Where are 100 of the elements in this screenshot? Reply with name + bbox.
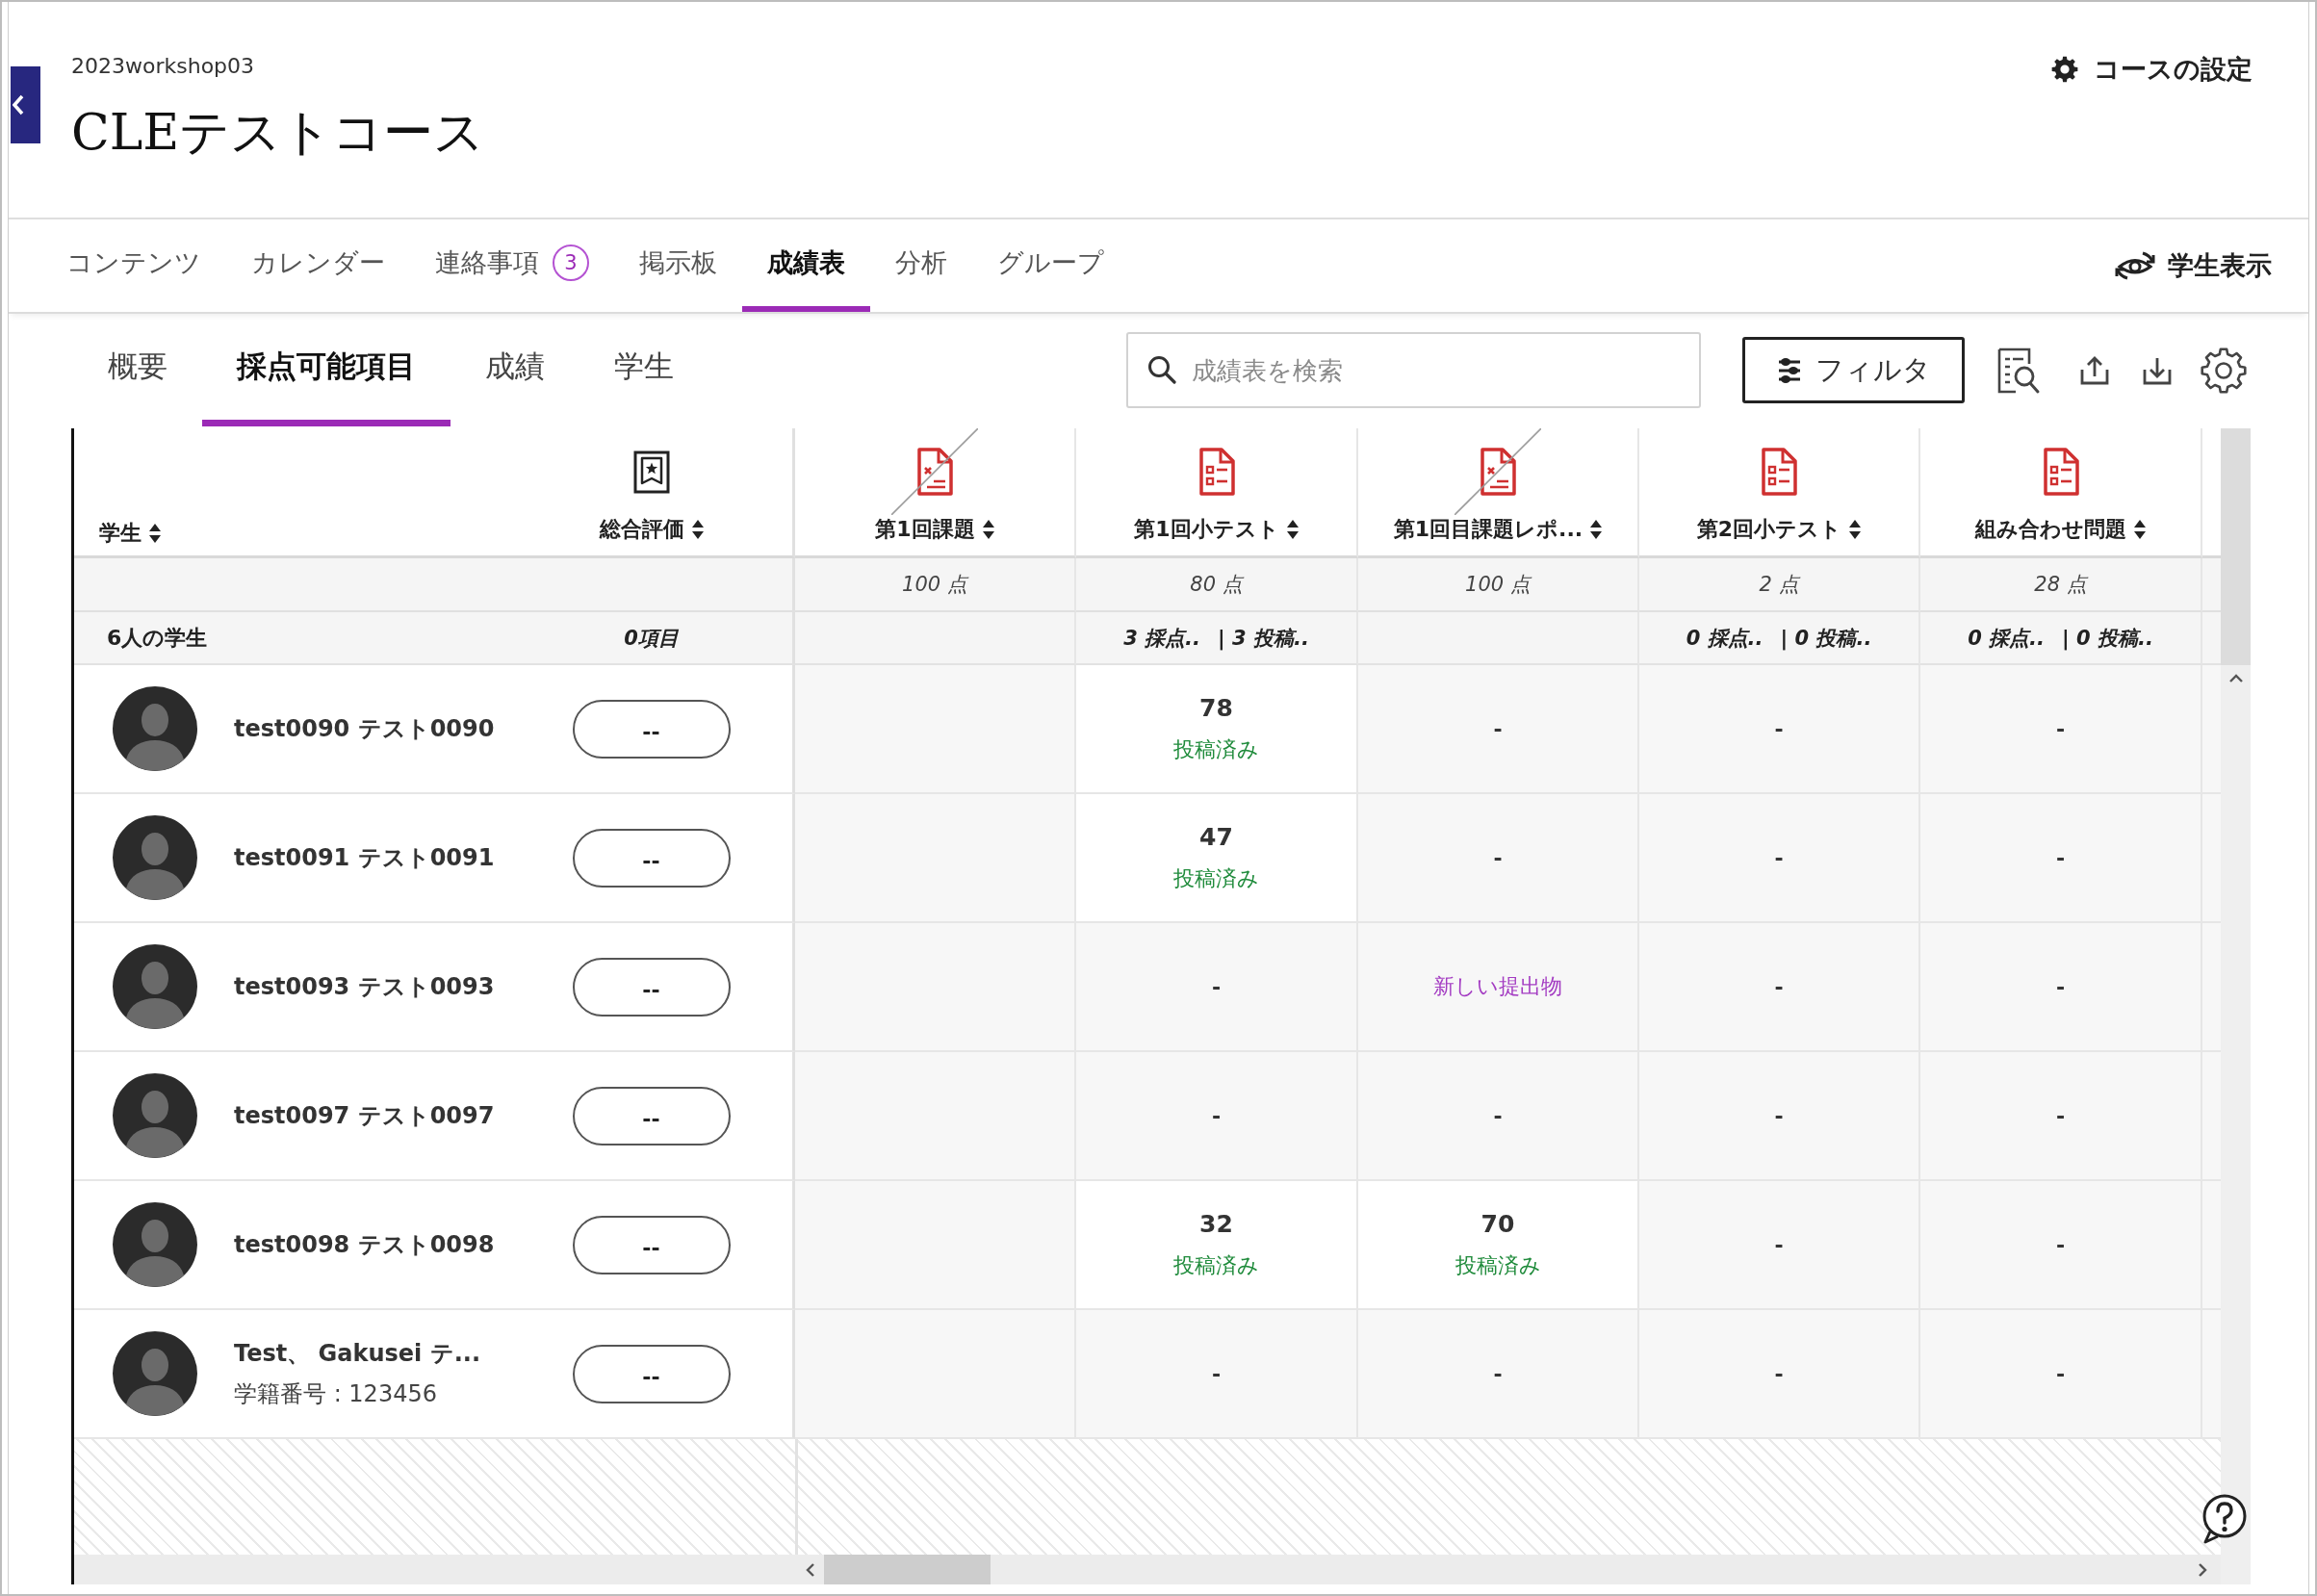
column-heading[interactable]: 第2回小テスト: [1696, 515, 1862, 544]
sort-icon: [982, 520, 994, 539]
grade-cell[interactable]: -: [1920, 1310, 2202, 1439]
gear-icon: [2051, 56, 2078, 83]
grade-cell[interactable]: -: [1358, 665, 1639, 794]
search-icon: [1147, 355, 1176, 384]
gradebook-tab[interactable]: 学生: [579, 314, 708, 426]
student-name[interactable]: Test、 Gakusei テ...: [234, 1338, 480, 1369]
grade-cell[interactable]: -: [1639, 1052, 1920, 1181]
course-settings-link[interactable]: コースの設定: [2051, 54, 2253, 85]
sort-icon: [1286, 520, 1299, 539]
column-heading[interactable]: 総合評価: [599, 515, 704, 544]
grade-cell[interactable]: -: [1920, 665, 2202, 794]
grade-cell[interactable]: -: [1639, 923, 1920, 1052]
overall-grade-button[interactable]: --: [572, 957, 731, 1017]
overall-grade-button[interactable]: --: [572, 828, 731, 888]
nav-tab[interactable]: グループ: [972, 219, 1129, 312]
chevron-right-icon[interactable]: [2198, 1561, 2207, 1578]
student-name[interactable]: test0090 テスト0090: [234, 713, 495, 744]
chevron-up-icon[interactable]: [2227, 674, 2244, 683]
search-field[interactable]: 成績表を検索: [1126, 332, 1701, 408]
grade-cell[interactable]: 47 投稿済み: [1076, 794, 1358, 923]
student-count: 6人の学生: [107, 624, 208, 652]
student-name[interactable]: test0097 テスト0097: [234, 1100, 495, 1131]
grade-cell[interactable]: -: [1076, 1310, 1358, 1439]
sort-icon: [149, 524, 161, 543]
grade-cell[interactable]: -: [1639, 1310, 1920, 1439]
grade-cell[interactable]: [795, 794, 1076, 923]
grade-cell[interactable]: 新しい提出物: [1358, 923, 1639, 1052]
grade-cell[interactable]: -: [1076, 923, 1358, 1052]
points-label: 100 点: [902, 572, 967, 598]
nav-tab[interactable]: 成績表: [742, 219, 870, 312]
points-label: 80 点: [1190, 572, 1243, 598]
grade-cell[interactable]: 32 投稿済み: [1076, 1181, 1358, 1310]
grade-score: 70: [1480, 1209, 1515, 1240]
grade-cell[interactable]: -: [1076, 1052, 1358, 1181]
chevron-left-icon[interactable]: [806, 1561, 815, 1578]
student-name[interactable]: test0091 テスト0091: [234, 842, 495, 873]
grade-cell[interactable]: 70 投稿済み: [1358, 1181, 1639, 1310]
sort-icon: [691, 520, 704, 539]
nav-tab[interactable]: 連絡事項 3: [410, 219, 614, 312]
sort-icon: [1590, 520, 1603, 539]
grade-cell[interactable]: 78 投稿済み: [1076, 665, 1358, 794]
grade-cell[interactable]: [795, 665, 1076, 794]
student-name[interactable]: test0098 テスト0098: [234, 1229, 495, 1260]
submission-status: 投稿済み: [1173, 1252, 1259, 1279]
avatar-icon: [113, 944, 197, 1029]
scrollbar-thumb[interactable]: [824, 1555, 991, 1584]
overall-grade-button[interactable]: --: [572, 1215, 731, 1274]
collapse-tab[interactable]: [11, 66, 40, 143]
grade-cell[interactable]: -: [1358, 1052, 1639, 1181]
grade-score: 47: [1199, 822, 1233, 853]
grade-cell[interactable]: -: [1639, 665, 1920, 794]
new-submission-label: 新しい提出物: [1433, 973, 1562, 1000]
upload-icon[interactable]: [2079, 354, 2110, 386]
column-heading[interactable]: 第1回課題: [875, 515, 994, 544]
grade-cell[interactable]: [795, 1181, 1076, 1310]
column-heading[interactable]: 組み合わせ問題: [1975, 515, 2146, 544]
nav-tab[interactable]: 掲示板: [614, 219, 742, 312]
avatar-icon: [113, 1202, 197, 1287]
student-name[interactable]: test0093 テスト0093: [234, 971, 495, 1002]
gradebook-tab[interactable]: 概要: [73, 314, 202, 426]
gradebook-tab[interactable]: 成績: [451, 314, 579, 426]
nav-tab[interactable]: コンテンツ: [41, 219, 226, 312]
overall-grade-button[interactable]: --: [572, 1344, 731, 1403]
grade-cell[interactable]: -: [1920, 1052, 2202, 1181]
vertical-scrollbar[interactable]: [2221, 428, 2251, 1555]
grade-cell[interactable]: -: [1358, 1310, 1639, 1439]
course-title: CLEテストコース: [71, 102, 485, 163]
grade-cell[interactable]: [795, 1052, 1076, 1181]
course-code: 2023workshop03: [71, 53, 255, 80]
points-label: 28 点: [2034, 572, 2087, 598]
submission-status: 投稿済み: [1173, 865, 1259, 892]
grade-cell[interactable]: -: [1920, 794, 2202, 923]
settings-icon[interactable]: [2200, 346, 2248, 395]
avatar-icon: [113, 1331, 197, 1416]
filter-button[interactable]: フィルタ: [1742, 337, 1965, 403]
horizontal-scrollbar[interactable]: [74, 1555, 2221, 1584]
submission-status: 投稿済み: [1455, 1252, 1541, 1279]
grade-cell[interactable]: -: [1639, 794, 1920, 923]
nav-tab[interactable]: カレンダー: [226, 219, 410, 312]
document-search-icon[interactable]: [1996, 346, 2041, 395]
grade-cell[interactable]: [795, 1310, 1076, 1439]
student-id: 学籍番号 : 123456: [234, 1379, 437, 1409]
overall-grade-button[interactable]: --: [572, 699, 731, 759]
item-count: 0項目: [624, 625, 679, 652]
column-heading[interactable]: 第1回目課題レポ...: [1393, 515, 1603, 544]
grade-cell[interactable]: -: [1639, 1181, 1920, 1310]
nav-tab[interactable]: 分析: [870, 219, 972, 312]
graded-count: 3 採点..: [1123, 625, 1200, 652]
grade-cell[interactable]: -: [1920, 923, 2202, 1052]
student-view-button[interactable]: 学生表示: [2114, 219, 2272, 312]
overall-grade-button[interactable]: --: [572, 1086, 731, 1146]
column-heading[interactable]: 第1回小テスト: [1134, 515, 1299, 544]
chevron-left-icon: [13, 94, 24, 116]
graded-count: 0 採点..: [1686, 625, 1763, 652]
column-heading[interactable]: 学生: [99, 519, 161, 548]
grade-cell[interactable]: -: [1920, 1181, 2202, 1310]
sort-icon: [2134, 520, 2146, 539]
grade-cell[interactable]: -: [1358, 794, 1639, 923]
